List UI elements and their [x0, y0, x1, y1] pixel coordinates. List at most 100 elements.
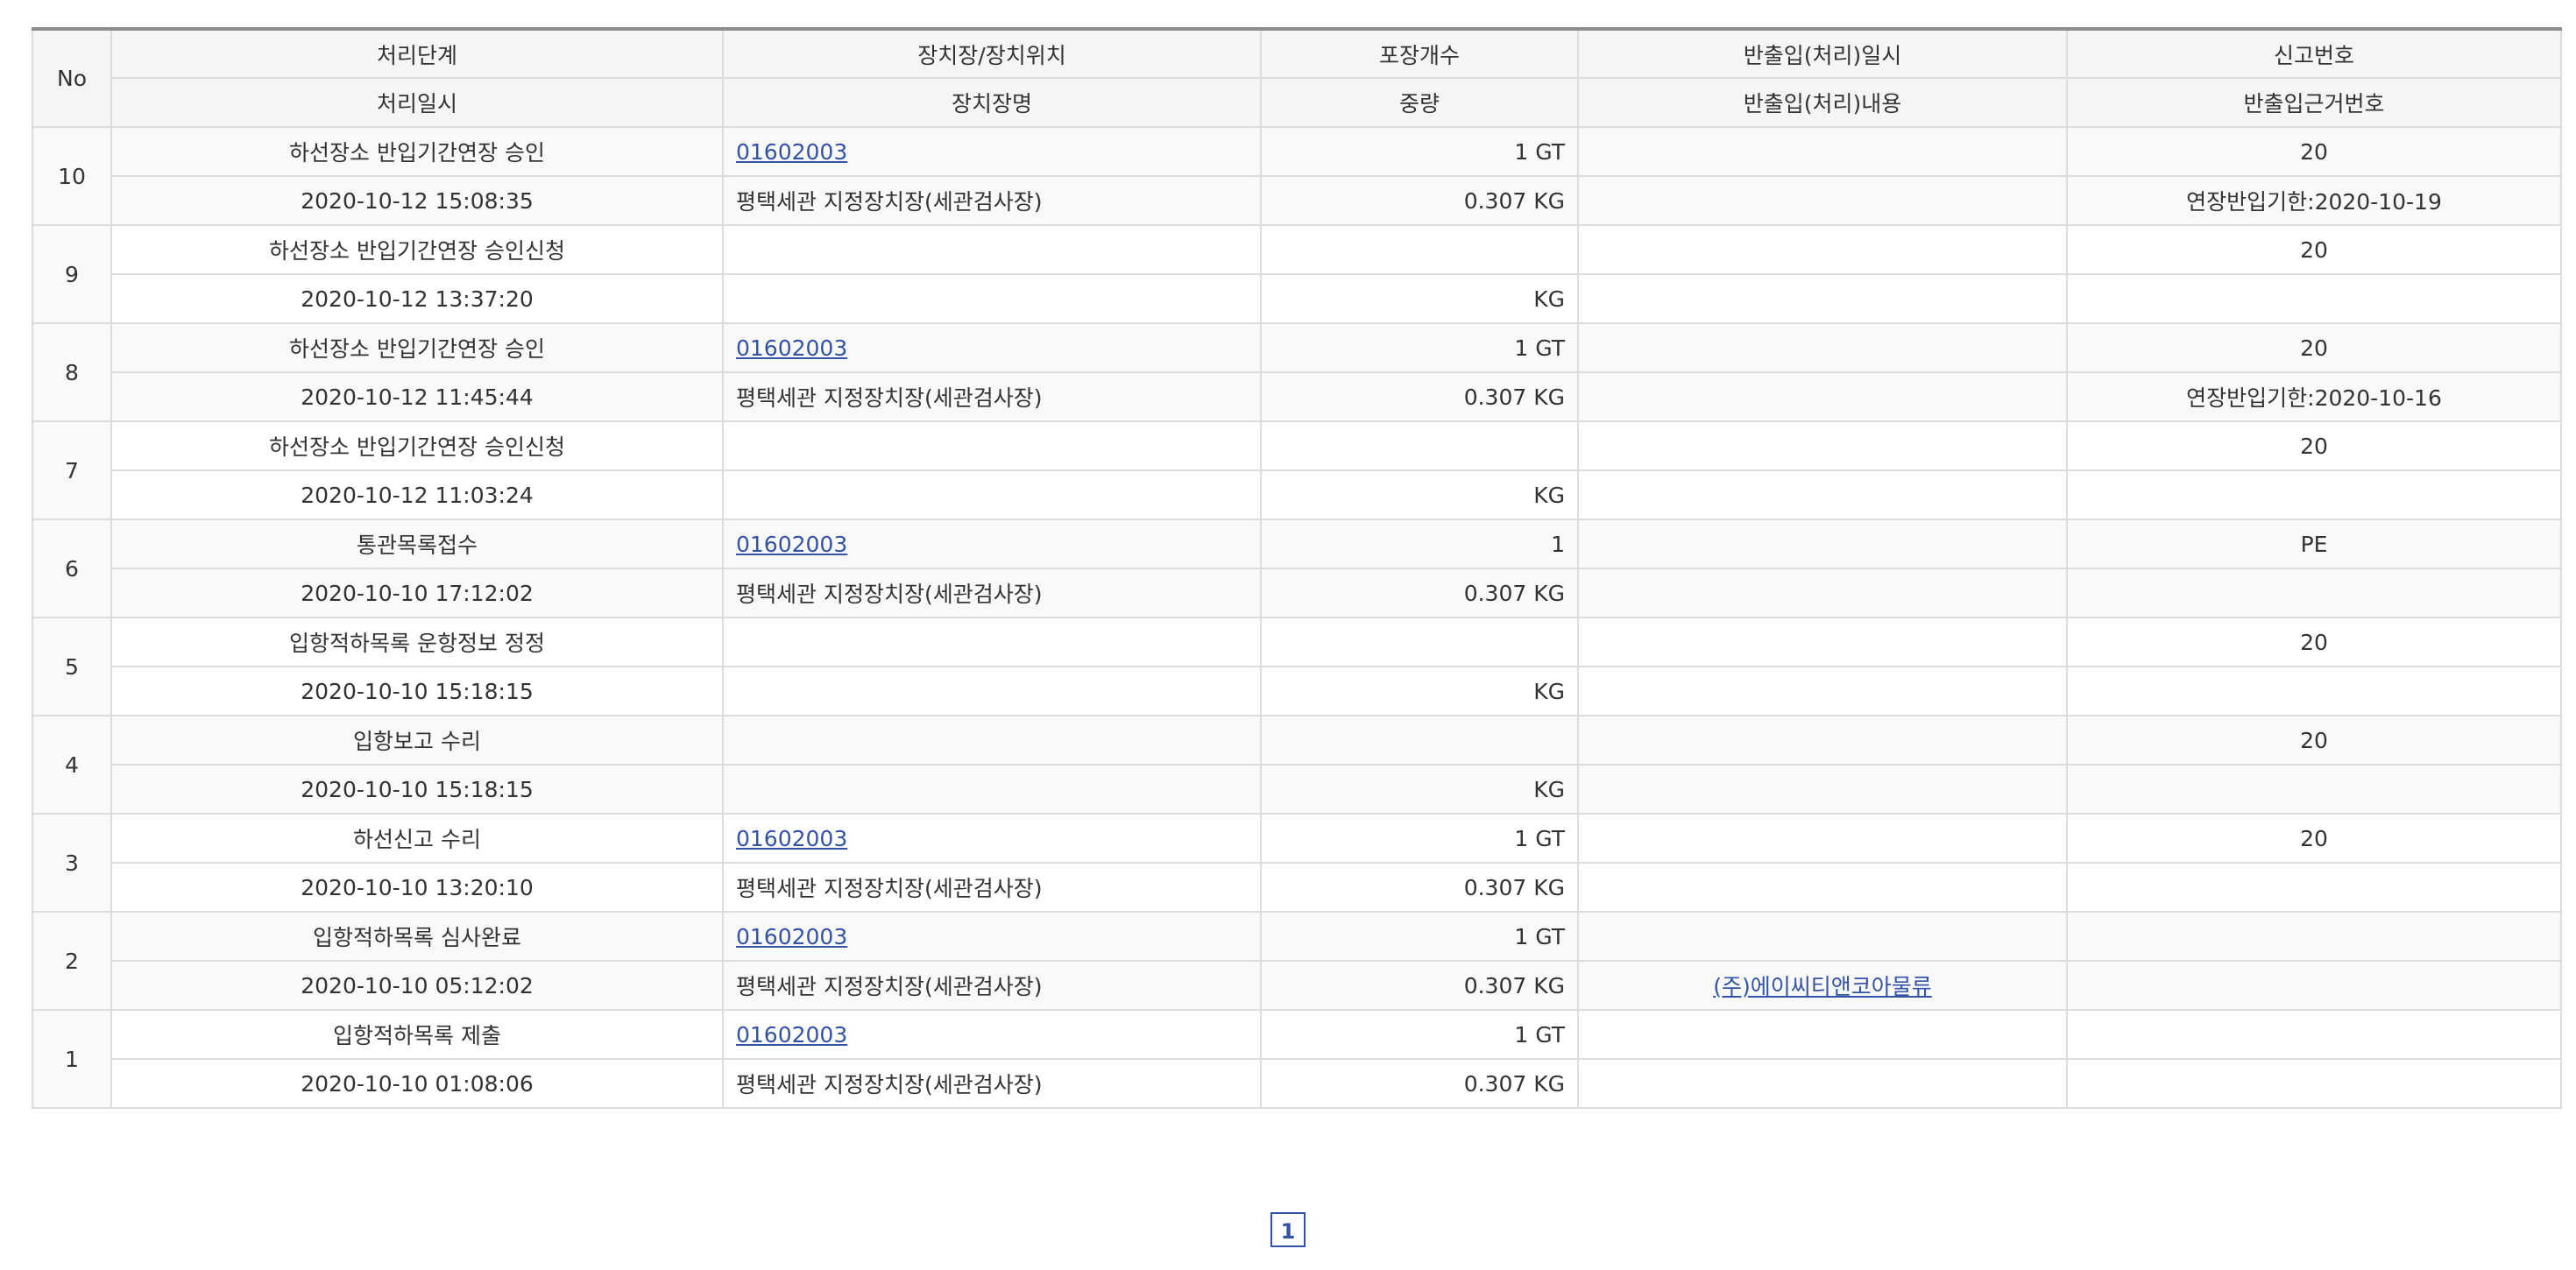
col-header-warehouse-name: 장치장명: [722, 77, 1262, 128]
cell-location-code: [722, 617, 1262, 667]
cell-inout-datetime: [1577, 322, 2068, 373]
cell-stage: 통관목록접수: [110, 519, 724, 569]
cell-inout-content: [1577, 273, 2068, 324]
col-header-weight: 중량: [1260, 77, 1579, 128]
table-row: 2020-10-10 17:12:02 평택세관 지정장치장(세관검사장) 0.30…: [32, 568, 2562, 618]
cell-report-no: PE: [2066, 519, 2562, 569]
location-code-link[interactable]: 01602003: [736, 139, 847, 165]
page-button-current[interactable]: 1: [1270, 1212, 1306, 1247]
table-row: 2020-10-10 13:20:10 평택세관 지정장치장(세관검사장) 0.30…: [32, 862, 2562, 913]
cell-report-no: 20: [2066, 617, 2562, 667]
cell-stage: 하선신고 수리: [110, 813, 724, 864]
cell-packages: 1 GT: [1260, 1009, 1579, 1060]
row-number: 8: [32, 322, 112, 422]
table-row: 5 입항적하목록 운항정보 정정 20: [32, 617, 2562, 716]
cell-location-code: 01602003: [722, 126, 1262, 177]
cell-warehouse-name: [722, 273, 1262, 324]
cell-inout-datetime: [1577, 126, 2068, 177]
col-header-inout-content: 반출입(처리)내용: [1577, 77, 2068, 128]
col-header-inout-datetime: 반출입(처리)일시: [1577, 28, 2068, 79]
cell-inout-content: [1577, 469, 2068, 520]
cell-packages: 1 GT: [1260, 322, 1579, 373]
cell-basis-no: [2066, 273, 2562, 324]
cell-basis-no: 연장반입기한:2020-10-16: [2066, 371, 2562, 422]
location-code-link[interactable]: 01602003: [736, 335, 847, 361]
col-header-location: 장치장/장치위치: [722, 28, 1262, 79]
location-code-link[interactable]: 01602003: [736, 924, 847, 949]
cell-warehouse-name: 평택세관 지정장치장(세관검사장): [722, 960, 1262, 1011]
cell-stage: 하선장소 반입기간연장 승인신청: [110, 420, 724, 471]
row-number: 2: [32, 911, 112, 1011]
cell-report-no: [2066, 1009, 2562, 1060]
cell-packages: [1260, 420, 1579, 471]
cell-packages: [1260, 224, 1579, 275]
table-row: 6 통관목록접수 01602003 1 PE: [32, 519, 2562, 618]
cell-basis-no: 연장반입기한:2020-10-19: [2066, 175, 2562, 226]
table-row: 2020-10-10 15:18:15 KG: [32, 764, 2562, 815]
cell-weight: 0.307 KG: [1260, 371, 1579, 422]
table-row: 2020-10-10 05:12:02 평택세관 지정장치장(세관검사장) 0.30…: [32, 960, 2562, 1011]
cell-inout-content: [1577, 1058, 2068, 1109]
cell-weight: KG: [1260, 469, 1579, 520]
row-number: 7: [32, 420, 112, 520]
cell-processed-at: 2020-10-10 01:08:06: [110, 1058, 724, 1109]
table-row: 10 하선장소 반입기간연장 승인 01602003 1 GT 20: [32, 126, 2562, 226]
cell-location-code: 01602003: [722, 813, 1262, 864]
cell-basis-no: [2066, 469, 2562, 520]
table-row: 2020-10-10 15:18:15 KG: [32, 666, 2562, 716]
cell-processed-at: 2020-10-10 05:12:02: [110, 960, 724, 1011]
cell-location-code: [722, 715, 1262, 766]
cell-inout-datetime: [1577, 715, 2068, 766]
cell-weight: KG: [1260, 273, 1579, 324]
cell-location-code: 01602003: [722, 911, 1262, 962]
cell-stage: 입항적하목록 운항정보 정정: [110, 617, 724, 667]
cargo-progress-table: No 처리단계 장치장/장치위치 포장개수 반출입(처리)일시 신고번호 처리일…: [32, 27, 2562, 1109]
cell-packages: 1 GT: [1260, 813, 1579, 864]
row-number: 5: [32, 617, 112, 716]
table-row: 7 하선장소 반입기간연장 승인신청 20: [32, 420, 2562, 520]
col-header-basis-no: 반출입근거번호: [2066, 77, 2562, 128]
cell-warehouse-name: 평택세관 지정장치장(세관검사장): [722, 568, 1262, 618]
cell-inout-datetime: [1577, 813, 2068, 864]
cell-weight: 0.307 KG: [1260, 175, 1579, 226]
table-row: 4 입항보고 수리 20: [32, 715, 2562, 815]
cell-packages: 1 GT: [1260, 911, 1579, 962]
cell-warehouse-name: [722, 666, 1262, 716]
table-row: 3 하선신고 수리 01602003 1 GT 20: [32, 813, 2562, 913]
cell-processed-at: 2020-10-10 15:18:15: [110, 666, 724, 716]
cell-stage: 입항적하목록 제출: [110, 1009, 724, 1060]
cell-report-no: 20: [2066, 224, 2562, 275]
cell-inout-datetime: [1577, 1009, 2068, 1060]
cell-inout-datetime: [1577, 420, 2068, 471]
cell-basis-no: [2066, 862, 2562, 913]
location-code-link[interactable]: 01602003: [736, 1022, 847, 1048]
cell-report-no: 20: [2066, 715, 2562, 766]
cell-inout-content: (주)에이씨티앤코아물류: [1577, 960, 2068, 1011]
cell-warehouse-name: 평택세관 지정장치장(세관검사장): [722, 1058, 1262, 1109]
table-row: 2020-10-10 01:08:06 평택세관 지정장치장(세관검사장) 0.30…: [32, 1058, 2562, 1109]
cell-basis-no: [2066, 764, 2562, 815]
cell-inout-content: [1577, 568, 2068, 618]
cell-stage: 하선장소 반입기간연장 승인: [110, 322, 724, 373]
cell-packages: 1 GT: [1260, 126, 1579, 177]
table-row: 1 입항적하목록 제출 01602003 1 GT: [32, 1009, 2562, 1109]
cell-inout-content: [1577, 862, 2068, 913]
table-row: 9 하선장소 반입기간연장 승인신청 20: [32, 224, 2562, 324]
cell-basis-no: [2066, 960, 2562, 1011]
cell-inout-content: [1577, 175, 2068, 226]
cell-weight: 0.307 KG: [1260, 960, 1579, 1011]
cell-inout-content: [1577, 764, 2068, 815]
cell-location-code: 01602003: [722, 519, 1262, 569]
col-header-processed-at: 처리일시: [110, 77, 724, 128]
cell-inout-content: [1577, 666, 2068, 716]
cell-inout-datetime: [1577, 617, 2068, 667]
cell-report-no: 20: [2066, 813, 2562, 864]
cell-processed-at: 2020-10-10 15:18:15: [110, 764, 724, 815]
inout-content-link[interactable]: (주)에이씨티앤코아물류: [1713, 974, 1932, 999]
cell-warehouse-name: 평택세관 지정장치장(세관검사장): [722, 371, 1262, 422]
location-code-link[interactable]: 01602003: [736, 826, 847, 851]
pagination: 1: [0, 1212, 2576, 1247]
cell-weight: 0.307 KG: [1260, 862, 1579, 913]
cell-weight: 0.307 KG: [1260, 568, 1579, 618]
location-code-link[interactable]: 01602003: [736, 532, 847, 557]
